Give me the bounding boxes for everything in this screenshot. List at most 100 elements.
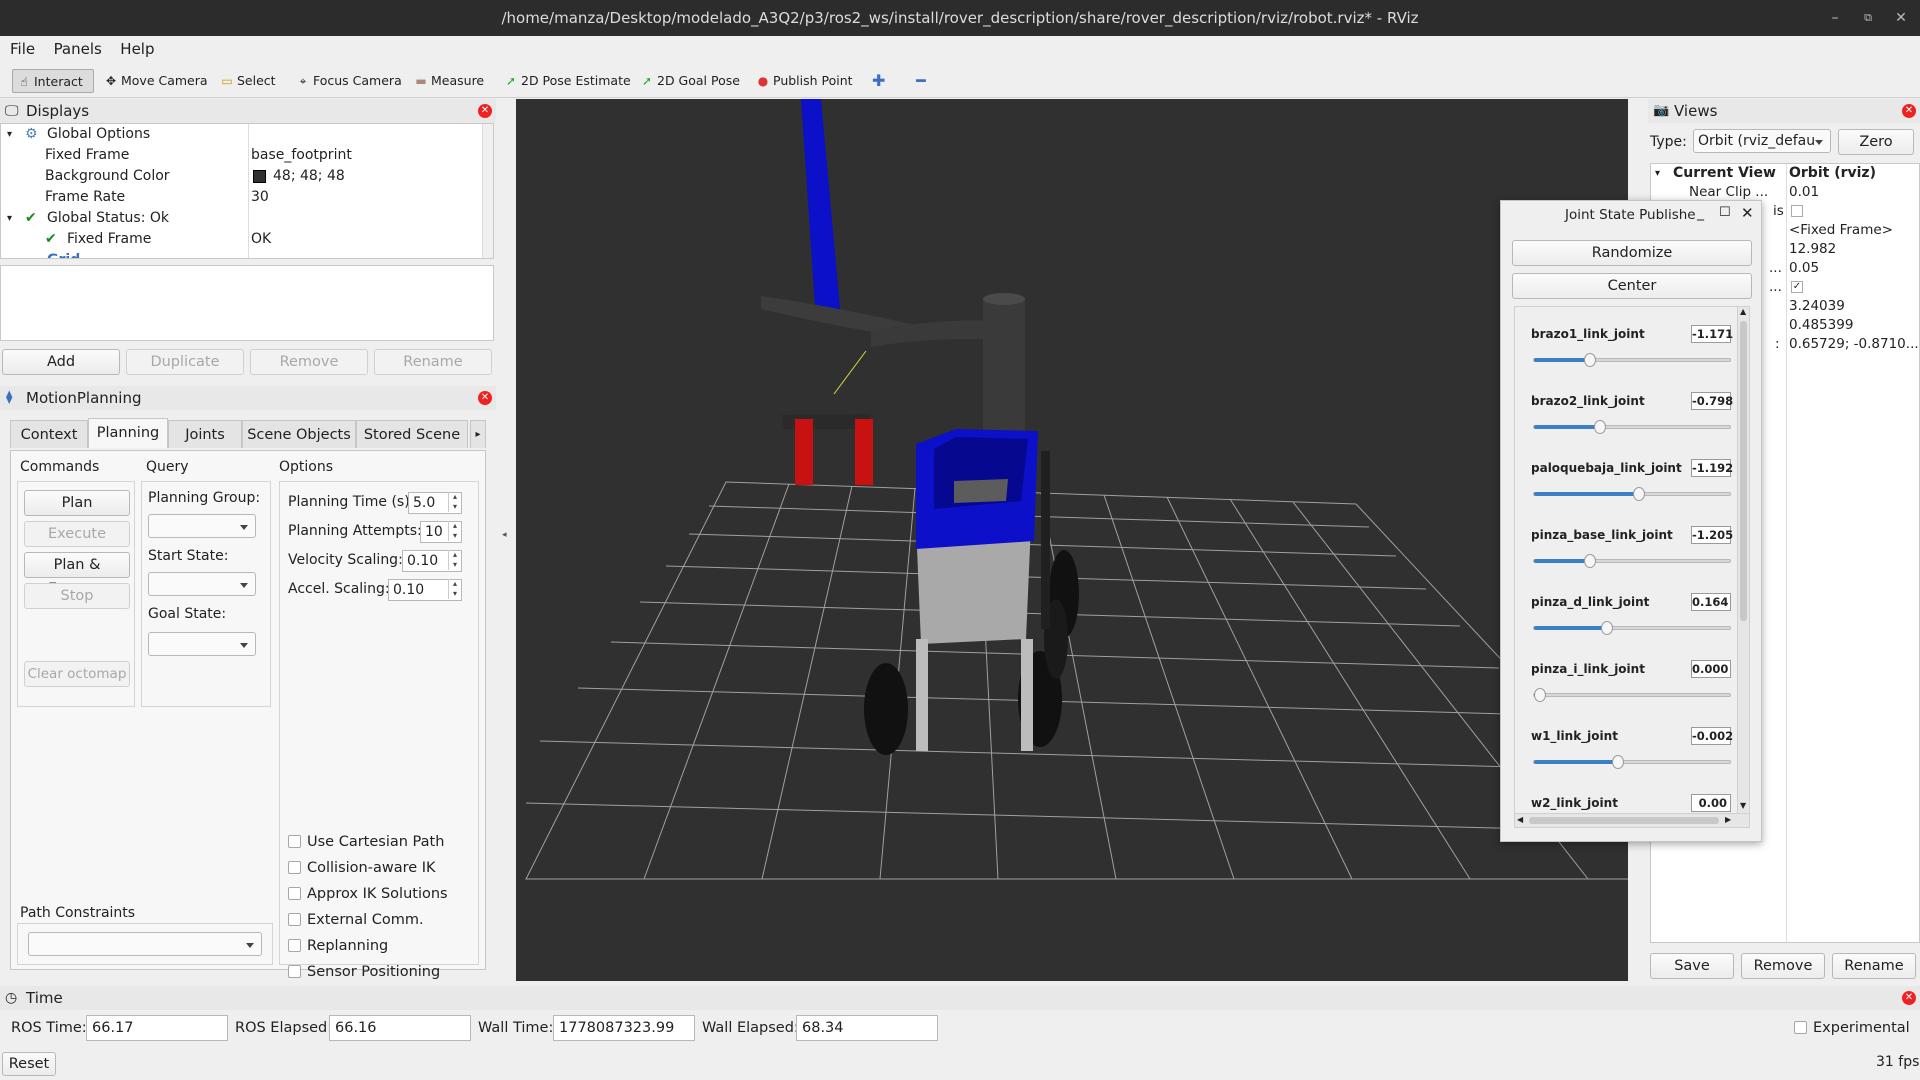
ros-elapsed-field[interactable]: 66.16 bbox=[329, 1015, 471, 1041]
remove-button[interactable]: Remove bbox=[250, 349, 368, 375]
add-button[interactable]: Add bbox=[2, 349, 120, 375]
external-comm-checkbox[interactable]: External Comm. bbox=[288, 912, 424, 928]
target-frame-value[interactable]: <Fixed Frame> bbox=[1789, 222, 1893, 238]
focal-shape-size-value[interactable]: 0.05 bbox=[1789, 260, 1819, 276]
minimize-icon[interactable]: _ bbox=[1697, 205, 1704, 221]
joint-slider[interactable] bbox=[1533, 353, 1731, 367]
joint-value[interactable]: 0.000 bbox=[1691, 660, 1731, 678]
center-button[interactable]: Center bbox=[1512, 273, 1752, 299]
slider-knob[interactable] bbox=[1534, 688, 1546, 702]
scroll-thumb[interactable] bbox=[1529, 817, 1719, 824]
measure-tool[interactable]: ▬ Measure bbox=[410, 69, 488, 93]
slider-knob[interactable] bbox=[1612, 755, 1625, 769]
cartesian-path-checkbox[interactable]: Use Cartesian Path bbox=[288, 834, 444, 850]
slider-knob[interactable] bbox=[1584, 353, 1597, 367]
focus-camera-tool[interactable]: ⌖ Focus Camera bbox=[292, 69, 406, 93]
remove-view-button[interactable]: Remove bbox=[1741, 953, 1825, 979]
randomize-button[interactable]: Randomize bbox=[1512, 240, 1752, 266]
collapse-handle-icon[interactable]: ◂ bbox=[502, 530, 510, 540]
rename-button[interactable]: Rename bbox=[374, 349, 492, 375]
stop-button[interactable]: Stop bbox=[24, 583, 130, 609]
velocity-scaling-spinbox[interactable]: 0.10 bbox=[402, 550, 462, 572]
add-tool-icon[interactable]: ✚ bbox=[868, 69, 889, 93]
yaw-value[interactable]: 3.24039 bbox=[1789, 298, 1845, 314]
joint-value[interactable]: 0.00 bbox=[1691, 794, 1731, 812]
expand-icon[interactable]: ▾ bbox=[7, 208, 12, 229]
planning-group-dropdown[interactable] bbox=[148, 514, 256, 538]
near-clip-value[interactable]: 0.01 bbox=[1789, 184, 1819, 200]
move-camera-tool[interactable]: ✥ Move Camera bbox=[100, 69, 212, 93]
zero-button[interactable]: Zero bbox=[1838, 129, 1914, 155]
path-constraints-dropdown[interactable] bbox=[28, 932, 262, 956]
pitch-value[interactable]: 0.485399 bbox=[1789, 317, 1853, 333]
joint-slider[interactable] bbox=[1533, 688, 1731, 702]
plan-button[interactable]: Plan bbox=[24, 490, 130, 516]
tree-scrollbar[interactable] bbox=[482, 124, 493, 258]
joint-slider[interactable] bbox=[1533, 621, 1731, 635]
interact-tool[interactable]: ☝ Interact bbox=[12, 69, 94, 93]
close-icon[interactable]: ✕ bbox=[478, 104, 492, 118]
joint-slider[interactable] bbox=[1533, 554, 1731, 568]
ros-time-field[interactable]: 66.17 bbox=[86, 1015, 228, 1041]
planning-time-spinbox[interactable]: 5.0 bbox=[408, 492, 462, 514]
scroll-left-icon[interactable]: ◀ bbox=[1517, 815, 1523, 824]
replanning-checkbox[interactable]: Replanning bbox=[288, 938, 388, 954]
close-icon[interactable]: ✕ bbox=[1884, 0, 1918, 36]
tree-row-grid[interactable]: Grid bbox=[1, 250, 481, 258]
collision-aware-ik-checkbox[interactable]: Collision-aware IK bbox=[288, 860, 436, 876]
publish-point-tool[interactable]: ● Publish Point bbox=[752, 69, 857, 93]
scroll-up-icon[interactable]: ▲ bbox=[1740, 307, 1746, 316]
pose-estimate-tool[interactable]: ➚ 2D Pose Estimate bbox=[500, 69, 635, 93]
tab-scroll-right-icon[interactable]: ▸ bbox=[470, 420, 486, 448]
slider-knob[interactable] bbox=[1584, 554, 1597, 568]
joints-horizontal-scrollbar[interactable]: ◀ ▶ bbox=[1515, 813, 1749, 827]
focal-point-value[interactable]: 0.65729; -0.8710... bbox=[1789, 336, 1919, 352]
slider-knob[interactable] bbox=[1593, 420, 1606, 434]
tree-row-fixed-frame-status[interactable]: ✔ Fixed Frame OK bbox=[1, 229, 481, 250]
duplicate-button[interactable]: Duplicate bbox=[126, 349, 244, 375]
tree-row-global-options[interactable]: ▾ ⚙ Global Options bbox=[1, 124, 481, 145]
clear-octomap-button[interactable]: Clear octomap bbox=[24, 661, 130, 687]
tab-stored-scenes[interactable]: Stored Scene bbox=[356, 420, 468, 448]
tree-row-fixed-frame[interactable]: Fixed Frame base_footprint bbox=[1, 145, 481, 166]
joints-vertical-scrollbar[interactable]: ▲ ▼ bbox=[1737, 307, 1749, 813]
rename-view-button[interactable]: Rename bbox=[1832, 953, 1916, 979]
close-icon[interactable]: ✕ bbox=[478, 391, 492, 405]
render-viewport[interactable] bbox=[516, 99, 1628, 981]
remove-tool-icon[interactable]: ━ bbox=[912, 69, 930, 93]
joint-value[interactable]: -1.192 bbox=[1691, 459, 1733, 477]
wall-time-field[interactable]: 1778087323.99 bbox=[553, 1015, 695, 1041]
save-view-button[interactable]: Save bbox=[1650, 953, 1734, 979]
expand-icon[interactable]: ▾ bbox=[1655, 168, 1660, 179]
distance-value[interactable]: 12.982 bbox=[1789, 241, 1836, 257]
goal-pose-tool[interactable]: ➚ 2D Goal Pose bbox=[636, 69, 744, 93]
accel-scaling-spinbox[interactable]: 0.10 bbox=[388, 579, 462, 601]
close-icon[interactable]: ✕ bbox=[1902, 104, 1916, 118]
planning-attempts-spinbox[interactable]: 10 bbox=[420, 521, 462, 543]
joint-slider[interactable] bbox=[1533, 420, 1731, 434]
approx-ik-checkbox[interactable]: Approx IK Solutions bbox=[288, 886, 448, 902]
tree-row-global-status[interactable]: ▾ ✔ Global Status: Ok bbox=[1, 208, 481, 229]
experimental-checkbox[interactable]: Experimental bbox=[1794, 1020, 1910, 1036]
tab-context[interactable]: Context bbox=[10, 420, 88, 448]
goal-state-dropdown[interactable] bbox=[148, 632, 256, 656]
start-state-dropdown[interactable] bbox=[148, 572, 256, 596]
joint-value[interactable]: -0.002 bbox=[1691, 727, 1733, 745]
invert-z-checkbox[interactable] bbox=[1791, 205, 1803, 217]
tab-scene-objects[interactable]: Scene Objects bbox=[242, 420, 356, 448]
close-icon[interactable]: ✕ bbox=[1741, 204, 1754, 222]
scroll-down-icon[interactable]: ▼ bbox=[1740, 801, 1746, 810]
menu-panels[interactable]: Panels bbox=[47, 36, 109, 62]
execute-button[interactable]: Execute bbox=[24, 521, 130, 547]
wall-elapsed-field[interactable]: 68.34 bbox=[796, 1015, 938, 1041]
views-type-dropdown[interactable]: Orbit (rviz_defau bbox=[1693, 129, 1831, 153]
close-icon[interactable]: ✕ bbox=[1902, 991, 1916, 1005]
select-tool[interactable]: ▭ Select bbox=[216, 69, 280, 93]
joint-slider[interactable] bbox=[1533, 755, 1731, 769]
joint-slider[interactable] bbox=[1533, 487, 1731, 501]
minimize-icon[interactable]: – bbox=[1818, 0, 1852, 36]
focal-shape-fixed-checkbox[interactable]: ✓ bbox=[1791, 281, 1803, 293]
tab-joints[interactable]: Joints bbox=[168, 420, 242, 448]
joint-value[interactable]: -1.205 bbox=[1691, 526, 1733, 544]
maximize-icon[interactable]: ☐ bbox=[1719, 205, 1731, 220]
